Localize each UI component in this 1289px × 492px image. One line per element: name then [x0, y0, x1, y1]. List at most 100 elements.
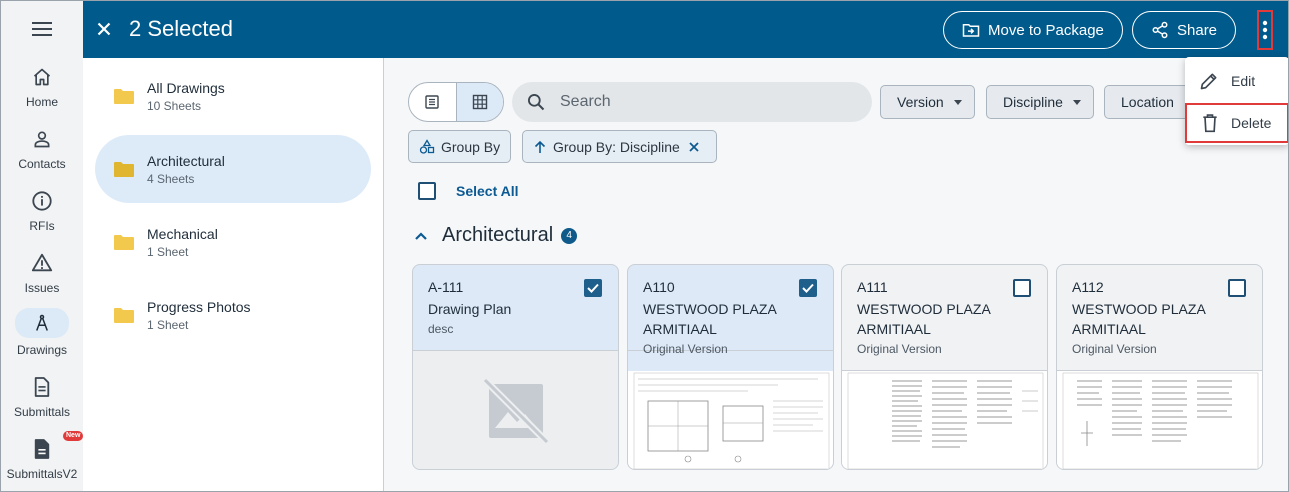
- drawing-card[interactable]: A-111 Drawing Plan desc: [412, 264, 619, 470]
- rail-item-submittals[interactable]: Submittals: [1, 373, 83, 433]
- delete-menu-item[interactable]: Delete: [1185, 103, 1288, 143]
- home-icon: [27, 63, 57, 91]
- version-filter-dropdown[interactable]: Version: [880, 85, 975, 119]
- card-checkbox[interactable]: [584, 279, 602, 297]
- folder-sheet-count: 1 Sheet: [147, 245, 189, 259]
- folder-item-all-drawings[interactable]: All Drawings 10 Sheets: [95, 62, 371, 130]
- folder-name: Mechanical: [147, 226, 218, 242]
- pencil-icon: [1200, 73, 1217, 90]
- card-checkbox[interactable]: [799, 279, 817, 297]
- group-by-button[interactable]: Group By: [408, 130, 512, 163]
- drawing-card[interactable]: A111 WESTWOOD PLAZA ARMITIAAL Original V…: [841, 264, 1048, 470]
- folder-item-architectural[interactable]: Architectural 4 Sheets: [95, 135, 371, 203]
- select-all[interactable]: Select All: [418, 182, 519, 200]
- share-button[interactable]: Share: [1132, 11, 1237, 49]
- drawing-card[interactable]: A112 WESTWOOD PLAZA ARMITIAAL Original V…: [1056, 264, 1263, 470]
- card-header: A111 WESTWOOD PLAZA ARMITIAAL Original V…: [842, 265, 1047, 371]
- folder-sheet-count: 1 Sheet: [147, 318, 189, 332]
- close-icon[interactable]: [688, 141, 700, 153]
- card-checkbox[interactable]: [1228, 279, 1246, 297]
- selection-header: 2 Selected Move to Package Share: [83, 1, 1288, 58]
- folder-item-progress-photos[interactable]: Progress Photos 1 Sheet: [95, 281, 371, 349]
- sheet-number: A110: [643, 279, 675, 295]
- document-icon: [27, 373, 57, 401]
- rail-label: Issues: [24, 281, 60, 295]
- more-options-menu: Edit Delete: [1185, 57, 1288, 145]
- sheet-version: Original Version: [643, 342, 728, 356]
- more-options-icon[interactable]: [1257, 10, 1273, 50]
- search-input[interactable]: [560, 93, 840, 111]
- drawings-main: Version Discipline Location Group By Gro…: [384, 58, 1288, 491]
- rail-item-drawings[interactable]: Drawings: [1, 307, 83, 367]
- share-label: Share: [1177, 21, 1218, 39]
- group-by-label: Group By: [441, 138, 501, 155]
- rail-label: RFIs: [29, 219, 55, 233]
- card-checkbox[interactable]: [1013, 279, 1031, 297]
- menu-icon[interactable]: [30, 18, 54, 42]
- person-icon: [27, 125, 57, 153]
- rail-item-issues[interactable]: Issues: [1, 249, 83, 309]
- version-filter-label: Version: [897, 94, 944, 110]
- rail-label: Contacts: [18, 157, 66, 171]
- trash-icon: [1203, 114, 1217, 133]
- drawing-card[interactable]: A110 WESTWOOD PLAZA ARMITIAAL Original V…: [627, 264, 834, 470]
- sheet-version: Original Version: [1072, 342, 1157, 356]
- sheet-name: WESTWOOD PLAZA ARMITIAAL: [1072, 301, 1206, 337]
- select-all-label: Select All: [456, 183, 519, 199]
- sheet-version: Original Version: [857, 342, 942, 356]
- discipline-filter-label: Discipline: [1003, 94, 1063, 110]
- folder-panel: All Drawings 10 Sheets Architectural 4 S…: [83, 58, 384, 491]
- sheet-number: A111: [857, 279, 888, 295]
- thumbnail: [413, 351, 618, 469]
- rail-item-contacts[interactable]: Contacts: [1, 125, 83, 185]
- folder-name: Progress Photos: [147, 299, 251, 315]
- close-icon[interactable]: [93, 18, 115, 40]
- card-header: A110 WESTWOOD PLAZA ARMITIAAL: [628, 265, 833, 351]
- discipline-filter-dropdown[interactable]: Discipline: [986, 85, 1094, 119]
- arrow-up-icon: [534, 140, 546, 153]
- no-image-icon: [482, 377, 549, 445]
- edit-menu-item[interactable]: Edit: [1185, 61, 1288, 101]
- folder-icon: [114, 89, 134, 104]
- card-header: A-111 Drawing Plan desc: [413, 265, 618, 351]
- move-to-package-button[interactable]: Move to Package: [943, 11, 1123, 49]
- select-all-checkbox[interactable]: [418, 182, 436, 200]
- edit-label: Edit: [1231, 73, 1256, 89]
- warning-icon: [27, 249, 57, 277]
- info-icon: [27, 187, 57, 215]
- grid-view-icon[interactable]: [455, 83, 503, 121]
- sheet-number: A112: [1072, 279, 1104, 295]
- sheet-name: Drawing Plan: [428, 301, 512, 317]
- group-title: Architectural: [442, 224, 554, 246]
- drawing-thumbnail: [628, 371, 833, 469]
- selection-count-title: 2 Selected: [129, 16, 233, 41]
- nav-rail: Home Contacts RFIs Issues Drawings Submi…: [1, 1, 84, 491]
- rail-label: Drawings: [16, 343, 67, 357]
- view-toggle: [408, 82, 504, 122]
- group-by-discipline-chip[interactable]: Group By: Discipline: [522, 130, 717, 163]
- rail-label: SubmittalsV2: [6, 467, 78, 481]
- rail-label: Home: [25, 95, 58, 109]
- chevron-down-icon: [1072, 99, 1081, 105]
- rail-item-home[interactable]: Home: [1, 63, 83, 123]
- chevron-up-icon[interactable]: [414, 231, 428, 241]
- move-to-package-label: Move to Package: [988, 21, 1104, 39]
- folder-item-mechanical[interactable]: Mechanical 1 Sheet: [95, 208, 371, 276]
- drawing-thumbnail: [842, 371, 1047, 469]
- folder-move-icon: [962, 24, 980, 37]
- group-count-badge: 4: [561, 227, 578, 244]
- list-view-icon[interactable]: [409, 83, 456, 121]
- location-filter-label: Location: [1121, 94, 1174, 110]
- rail-item-rfis[interactable]: RFIs: [1, 187, 83, 247]
- folder-sheet-count: 10 Sheets: [147, 99, 202, 113]
- folder-name: Architectural: [147, 153, 225, 169]
- compass-icon: [15, 308, 69, 338]
- group-by-discipline-label: Group By: Discipline: [553, 138, 680, 155]
- search-icon: [528, 94, 545, 111]
- share-icon: [1152, 21, 1168, 39]
- rail-item-submittalsv2[interactable]: New SubmittalsV2: [1, 431, 84, 491]
- drawing-thumbnail: [1057, 371, 1262, 469]
- group-header[interactable]: Architectural 4: [414, 224, 578, 247]
- folder-sheet-count: 4 Sheets: [147, 172, 195, 186]
- shapes-icon: [419, 138, 435, 154]
